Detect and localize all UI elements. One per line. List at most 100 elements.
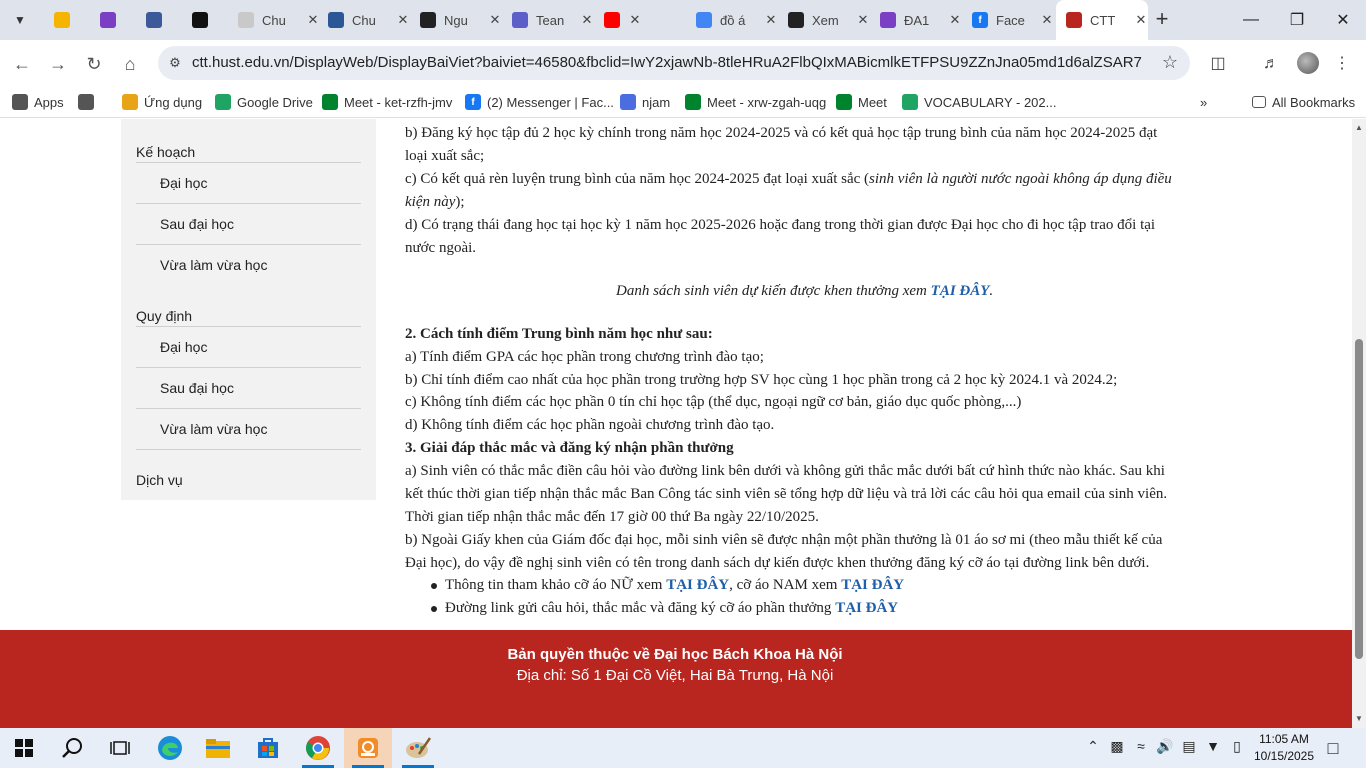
tab-close-icon[interactable]: ✕	[948, 12, 962, 28]
tab-favicon-icon	[328, 12, 344, 28]
divider	[136, 449, 361, 450]
bookmarks-overflow-chevron-icon[interactable]: »	[1200, 92, 1207, 112]
system-clock[interactable]: 11:05 AM 10/15/2025	[1252, 731, 1316, 765]
display-icon[interactable]: ▤	[1179, 738, 1199, 755]
taskbar-store[interactable]	[244, 728, 292, 768]
browser-tab[interactable]: Xem ✕	[778, 0, 870, 40]
tab-close-icon[interactable]: ✕	[396, 12, 410, 28]
browser-tab[interactable]: Chu ✕	[318, 0, 410, 40]
sidebar-item-ke-hoach-sau-dai-hoc[interactable]: Sau đại học	[160, 216, 234, 232]
taskbar-file-explorer[interactable]	[194, 728, 242, 768]
extensions-icon[interactable]: ◫	[1206, 52, 1230, 76]
reload-icon[interactable]: ↻	[80, 50, 108, 78]
forward-arrow-icon[interactable]: →	[44, 50, 72, 78]
browser-tab[interactable]: Ngu ✕	[410, 0, 502, 40]
browser-tab[interactable]: ĐA1 ✕	[870, 0, 962, 40]
bullet-dot	[431, 606, 437, 612]
more-menu-icon[interactable]: ⋮	[1330, 52, 1354, 76]
close-window-button[interactable]: ✕	[1320, 0, 1366, 40]
show-hidden-icons-chevron-icon[interactable]: ⌃	[1083, 738, 1103, 755]
tab-close-icon[interactable]: ✕	[1040, 12, 1054, 28]
keyboard-language-icon[interactable]: ▯	[1227, 738, 1247, 755]
tab-close-icon[interactable]: ✕	[856, 12, 870, 28]
bookmark-item[interactable]: njam	[620, 92, 670, 112]
browser-tab[interactable]	[44, 0, 88, 40]
browser-tab[interactable]	[136, 0, 180, 40]
sidebar-heading-quy-dinh[interactable]: Quy định	[136, 308, 192, 324]
scroll-down-arrow-icon[interactable]: ▼	[1352, 712, 1366, 726]
home-icon[interactable]: ⌂	[116, 50, 144, 78]
sidebar-item-ke-hoach-dai-hoc[interactable]: Đại học	[160, 175, 207, 191]
taskbar-paint[interactable]	[394, 728, 442, 768]
site-info-icon[interactable]: ⚙	[166, 54, 184, 72]
browser-toolbar: ← → ↻ ⌂ ⚙ ctt.hust.edu.vn/DisplayWeb/Dis…	[0, 40, 1366, 86]
scroll-up-arrow-icon[interactable]: ▲	[1352, 121, 1366, 135]
volume-icon[interactable]: 🔊	[1155, 738, 1175, 755]
address-bar[interactable]: ⚙ ctt.hust.edu.vn/DisplayWeb/DisplayBaiV…	[158, 46, 1190, 80]
tab-close-icon[interactable]: ✕	[764, 12, 778, 28]
section-3-b-line1: b) Ngoài Giấy khen của Giám đốc đại học,…	[405, 532, 1163, 548]
bookmark-star-icon[interactable]: ☆	[1162, 52, 1178, 73]
profile-avatar[interactable]	[1297, 52, 1319, 74]
bookmark-item[interactable]: Meet - ket-rzfh-jmv	[322, 92, 452, 112]
browser-tab[interactable]	[90, 0, 134, 40]
back-arrow-icon[interactable]: ←	[8, 50, 36, 78]
sidebar-item-quy-dinh-dai-hoc[interactable]: Đại học	[160, 339, 207, 355]
maximize-button[interactable]: ❐	[1274, 0, 1320, 40]
bookmark-item[interactable]: Meet - xrw-zgah-uqg	[685, 92, 826, 112]
bookmark-favicon-icon	[836, 94, 852, 110]
url-text[interactable]: ctt.hust.edu.vn/DisplayWeb/DisplayBaiVie…	[192, 54, 1142, 71]
new-tab-button[interactable]: +	[1150, 8, 1174, 32]
browser-tab[interactable]: Tean ✕	[502, 0, 594, 40]
minimize-button[interactable]: —	[1228, 0, 1274, 40]
taskbar-pdf-reader[interactable]	[344, 728, 392, 768]
browser-tab[interactable]: CTT ✕	[1056, 0, 1148, 40]
media-controls-icon[interactable]: ♬	[1259, 52, 1283, 76]
notifications-icon[interactable]: □	[1323, 738, 1343, 759]
task-view-button[interactable]	[96, 728, 144, 768]
clock-time: 11:05 AM	[1259, 732, 1309, 746]
bookmark-item[interactable]: Ứng dụng	[122, 92, 202, 112]
browser-tab[interactable]: ✕	[594, 0, 686, 40]
bookmark-item[interactable]	[78, 92, 100, 112]
bookmark-item[interactable]: VOCABULARY - 202...	[902, 92, 1056, 112]
candidate-list-link[interactable]: TẠI ĐÂY	[931, 283, 990, 299]
question-form-link[interactable]: TẠI ĐÂY	[835, 600, 898, 616]
taskbar-chrome[interactable]	[294, 728, 342, 768]
browser-tab[interactable]	[182, 0, 226, 40]
bookmark-item[interactable]: f (2) Messenger | Fac...	[465, 92, 614, 112]
sidebar-heading-dich-vu[interactable]: Dịch vụ	[136, 472, 183, 488]
browser-tab[interactable]: f Face ✕	[962, 0, 1054, 40]
tab-favicon-icon	[788, 12, 804, 28]
tab-close-icon[interactable]: ✕	[628, 12, 642, 28]
all-bookmarks-button[interactable]: All Bookmarks	[1252, 92, 1355, 112]
bookmark-item[interactable]: Google Drive	[215, 92, 313, 112]
sidebar-item-quy-dinh-sau-dai-hoc[interactable]: Sau đại học	[160, 380, 234, 396]
bookmark-item[interactable]: Meet	[836, 92, 887, 112]
browser-tab[interactable]: đồ á ✕	[686, 0, 778, 40]
taskbar-edge[interactable]	[146, 728, 194, 768]
tab-close-icon[interactable]: ✕	[580, 12, 594, 28]
female-size-link[interactable]: TẠI ĐÂY	[666, 577, 729, 593]
tab-search-chevron-icon[interactable]: ▼	[8, 8, 32, 32]
male-size-link[interactable]: TẠI ĐÂY	[841, 577, 904, 593]
divider	[136, 162, 361, 163]
section-2-heading: 2. Cách tính điểm Trung bình năm học như…	[405, 326, 713, 342]
page-scrollbar[interactable]: ▲ ▼	[1352, 119, 1366, 728]
sidebar-heading-ke-hoach[interactable]: Kế hoạch	[136, 144, 195, 160]
bookmark-item[interactable]: Apps	[12, 92, 64, 112]
tab-title: Ngu	[444, 12, 468, 28]
scrollbar-thumb[interactable]	[1355, 339, 1363, 659]
tab-close-icon[interactable]: ✕	[1134, 12, 1148, 28]
sidebar-item-quy-dinh-vua-lam-vua-hoc[interactable]: Vừa làm vừa học	[160, 421, 267, 437]
network-icon[interactable]: ▩	[1107, 738, 1127, 755]
taskbar-search-button[interactable]	[48, 728, 96, 768]
browser-tab[interactable]: Chu ✕	[228, 0, 320, 40]
bookmark-label: (2) Messenger | Fac...	[487, 94, 614, 110]
vpn-v-icon[interactable]: ▼	[1203, 738, 1223, 754]
tab-favicon-icon	[146, 12, 162, 28]
start-button[interactable]	[0, 728, 48, 768]
wifi-icon[interactable]: ≈	[1131, 738, 1151, 754]
tab-close-icon[interactable]: ✕	[488, 12, 502, 28]
sidebar-item-ke-hoach-vua-lam-vua-hoc[interactable]: Vừa làm vừa học	[160, 257, 267, 273]
